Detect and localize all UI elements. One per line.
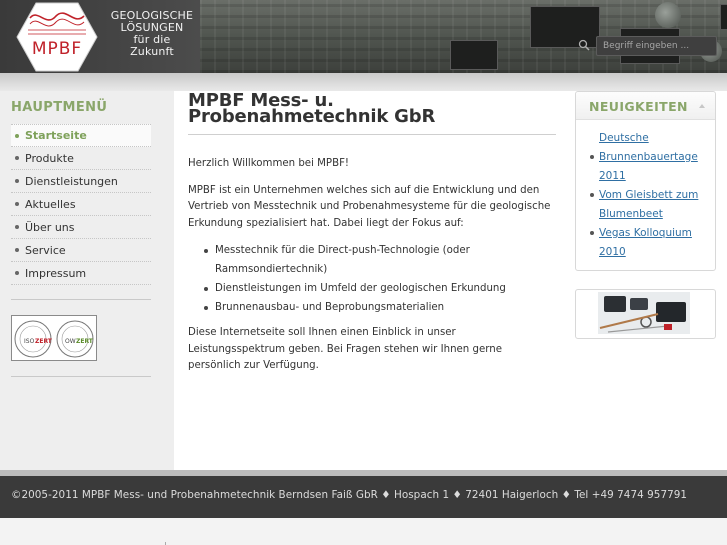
certification-seal-icon: ISO ZERT OW ZERT <box>14 320 94 358</box>
menu-item-label: Produkte <box>25 151 74 165</box>
feature-text: Dienstleistungen im Umfeld der geologisc… <box>215 283 506 294</box>
bullet-icon <box>15 271 19 275</box>
collapse-arrow-icon[interactable] <box>699 104 705 108</box>
menu-item-aktuelles[interactable]: Aktuelles <box>11 193 151 216</box>
news-list: Deutsche Brunnenbauertage 2011 Vom Gleis… <box>590 129 712 262</box>
news-link-brunnenbauertage[interactable]: Deutsche Brunnenbauertage 2011 <box>599 129 698 186</box>
feature-list: Messtechnik für die Direct-push-Technolo… <box>188 241 556 317</box>
title-divider <box>188 134 556 135</box>
site-header: MPBF GEOLOGISCHE LÖSUNGEN für die Zukunf… <box>0 0 727 73</box>
capacitor-graphic <box>655 2 681 28</box>
bullet-icon <box>15 133 19 138</box>
svg-text:OW: OW <box>65 338 76 345</box>
bullet-icon <box>590 155 594 159</box>
feature-text: Messtechnik für die Direct-push-Technolo… <box>215 245 470 275</box>
svg-text:ZERT: ZERT <box>35 338 53 345</box>
product-teaser[interactable] <box>575 289 716 339</box>
chip-graphic <box>450 40 498 70</box>
site-logo[interactable]: MPBF <box>16 2 98 72</box>
svg-text:MPBF: MPBF <box>32 39 82 59</box>
left-sidebar: HAUPTMENÜ Startseite Produkte Dienstleis… <box>0 91 174 470</box>
svg-text:ISO: ISO <box>24 338 35 345</box>
search-icon[interactable] <box>578 39 590 51</box>
menu-item-service[interactable]: Service <box>11 239 151 262</box>
menu-item-label: Service <box>25 243 66 257</box>
bullet-icon <box>15 179 19 183</box>
site-tagline: GEOLOGISCHE LÖSUNGEN für die Zukunft <box>108 10 196 58</box>
bullet-icon <box>15 225 19 229</box>
outro-paragraph: Diese Internetseite soll Ihnen einen Ein… <box>188 327 502 371</box>
main-menu-title: HAUPTMENÜ <box>11 100 108 115</box>
list-item: Dienstleistungen im Umfeld der geologisc… <box>204 279 556 298</box>
menu-item-label: Über uns <box>25 220 75 234</box>
menu-item-label: Startseite <box>25 129 87 142</box>
menu-item-ueber-uns[interactable]: Über uns <box>11 216 151 239</box>
welcome-text: Herzlich Willkommen bei MPBF! <box>188 158 350 169</box>
list-item: Messtechnik für die Direct-push-Technolo… <box>204 241 556 279</box>
page-title: MPBF Mess- u. Probenahmetechnik GbR <box>188 91 556 127</box>
footer-bottom-bar <box>0 518 727 545</box>
footer-copyright: ©2005-2011 MPBF Mess- und Probenahmetech… <box>11 489 688 501</box>
bullet-icon <box>15 202 19 206</box>
mpbf-logo-icon: MPBF <box>16 2 98 72</box>
certification-badges[interactable]: ISO ZERT OW ZERT <box>11 315 97 361</box>
search-input[interactable] <box>596 36 717 56</box>
menu-item-impressum[interactable]: Impressum <box>11 262 151 285</box>
menu-item-label: Impressum <box>25 266 87 280</box>
bullet-icon <box>204 287 208 291</box>
bullet-icon <box>15 156 19 160</box>
main-content: MPBF Mess- u. Probenahmetechnik GbR Herz… <box>188 91 556 375</box>
news-item: Vom Gleisbett zum Blumenbeet <box>590 186 712 224</box>
menu-item-label: Dienstleistungen <box>25 174 118 188</box>
news-title: NEUIGKEITEN <box>589 99 688 114</box>
menu-item-startseite[interactable]: Startseite <box>11 124 151 147</box>
news-link-line: 2011 <box>599 170 626 182</box>
news-item: Deutsche Brunnenbauertage 2011 <box>590 129 712 186</box>
bullet-icon <box>15 248 19 252</box>
news-link-line: Brunnenbauertage <box>599 151 698 163</box>
news-item: Vegas Kolloquium 2010 <box>590 224 712 262</box>
intro-paragraph: MPBF ist ein Unternehmen welches sich au… <box>188 184 551 229</box>
svg-text:ZERT: ZERT <box>76 338 94 345</box>
header-shadow-strip <box>0 73 727 91</box>
page-title-line: Probenahmetechnik GbR <box>188 106 436 127</box>
chip-graphic <box>720 4 727 30</box>
news-header: NEUIGKEITEN <box>576 92 715 120</box>
menu-item-dienstleistungen[interactable]: Dienstleistungen <box>11 170 151 193</box>
bullet-icon <box>590 231 594 235</box>
bullet-icon <box>204 306 208 310</box>
news-link-vegas-kolloquium[interactable]: Vegas Kolloquium 2010 <box>599 224 692 262</box>
sidebar-divider <box>11 299 151 300</box>
news-link-line: Vegas Kolloquium <box>599 227 692 239</box>
news-panel: NEUIGKEITEN Deutsche Brunnenbauertage 20… <box>575 91 716 271</box>
menu-item-produkte[interactable]: Produkte <box>11 147 151 170</box>
feature-text: Brunnenausbau- und Beprobungsmaterialien <box>215 302 445 313</box>
bullet-icon <box>590 193 594 197</box>
list-item: Brunnenausbau- und Beprobungsmaterialien <box>204 298 556 317</box>
site-footer: ©2005-2011 MPBF Mess- und Probenahmetech… <box>0 476 727 518</box>
news-link-line: 2010 <box>599 246 626 258</box>
main-menu: Startseite Produkte Dienstleistungen Akt… <box>11 124 151 285</box>
news-link-line: Vom Gleisbett zum <box>599 189 699 201</box>
menu-item-label: Aktuelles <box>25 197 76 211</box>
news-link-line: Blumenbeet <box>599 208 663 220</box>
news-link-line: Deutsche <box>599 132 649 144</box>
news-link-gleisbett[interactable]: Vom Gleisbett zum Blumenbeet <box>599 186 698 224</box>
tagline-line: Zukunft <box>130 45 174 58</box>
sidebar-divider <box>11 376 151 377</box>
product-photo-icon <box>598 292 690 334</box>
bullet-icon <box>204 249 208 253</box>
